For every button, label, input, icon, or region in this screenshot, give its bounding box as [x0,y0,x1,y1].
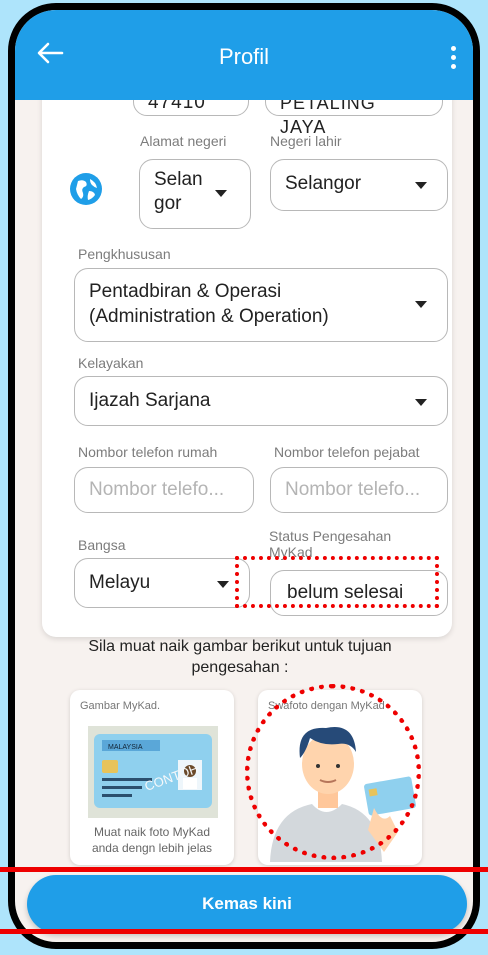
kelayakan-dropdown[interactable]: Ijazah Sarjana [74,376,448,426]
office-phone-placeholder: Nombor telefo... [285,479,421,500]
mykad-status-label-line1: Status Pengesahan [269,528,392,544]
upload-instruction-line1: Sila muat naik gambar berikut untuk tuju… [88,638,392,655]
negeri-lahir-value: Selangor [285,173,362,194]
upload-mykad-card[interactable]: Gambar MyKad. MALAYSIA CONTOH Muat naik … [70,690,234,865]
pengkhususan-dropdown[interactable]: Pentadbiran & Operasi (Administration & … [74,268,448,342]
kelayakan-label: Kelayakan [78,355,144,371]
bangsa-dropdown[interactable]: Melayu [74,558,250,608]
pengkhususan-label: Pengkhususan [78,246,171,262]
button-highlight-top [0,867,488,872]
upload-instruction-line2: pengesahan : [191,659,289,676]
app-bar: Profil [15,10,473,100]
alamat-negeri-value-line1: Selan [154,169,203,190]
home-phone-placeholder: Nombor telefo... [89,479,225,500]
page-title: Profil [218,44,270,69]
home-phone-label: Nombor telefon rumah [78,444,218,460]
upload-instruction: Sila muat naik gambar berikut untuk tuju… [60,636,420,678]
chevron-down-icon [415,182,427,189]
alamat-negeri-label: Alamat negeri [140,133,227,149]
more-vertical-icon[interactable] [451,46,457,70]
bangsa-value: Melayu [89,572,151,593]
kemas-kini-button[interactable]: Kemas kini [27,875,467,933]
mykad-sample-image: MALAYSIA CONTOH [88,726,218,818]
home-phone-input[interactable]: Nombor telefo... [74,467,254,513]
bangsa-label: Bangsa [78,537,126,553]
button-highlight-bottom [0,929,488,934]
alamat-negeri-value-line2: gor [154,193,182,214]
globe-icon [70,173,102,205]
selfie-highlight [245,684,421,860]
negeri-lahir-dropdown[interactable]: Selangor [270,159,448,211]
upload-mykad-caption-line1: Muat naik foto MyKad [93,825,211,839]
chevron-down-icon [215,190,227,197]
alamat-negeri-dropdown[interactable]: Selan gor [139,159,251,229]
kelayakan-value: Ijazah Sarjana [89,390,211,411]
mykad-country-text: MALAYSIA [108,744,143,751]
office-phone-label: Nombor telefon pejabat [274,444,420,460]
chevron-down-icon [415,301,427,308]
profile-form-card: 47410 PETALING JAYA Alamat negeri Negeri… [42,86,452,637]
upload-mykad-caption: Muat naik foto MyKad anda dengn lebih je… [70,824,234,856]
chevron-down-icon [415,399,427,406]
upload-mykad-caption-line2: anda dengn lebih jelas [91,841,213,855]
pengkhususan-value-line1: Pentadbiran & Operasi [89,281,282,302]
pengkhususan-value-line2: (Administration & Operation) [89,306,329,327]
chevron-down-icon [217,581,229,588]
negeri-lahir-label: Negeri lahir [270,133,342,149]
office-phone-input[interactable]: Nombor telefo... [270,467,448,513]
upload-mykad-title: Gambar MyKad. [80,700,161,712]
mykad-status-highlight [235,556,439,608]
